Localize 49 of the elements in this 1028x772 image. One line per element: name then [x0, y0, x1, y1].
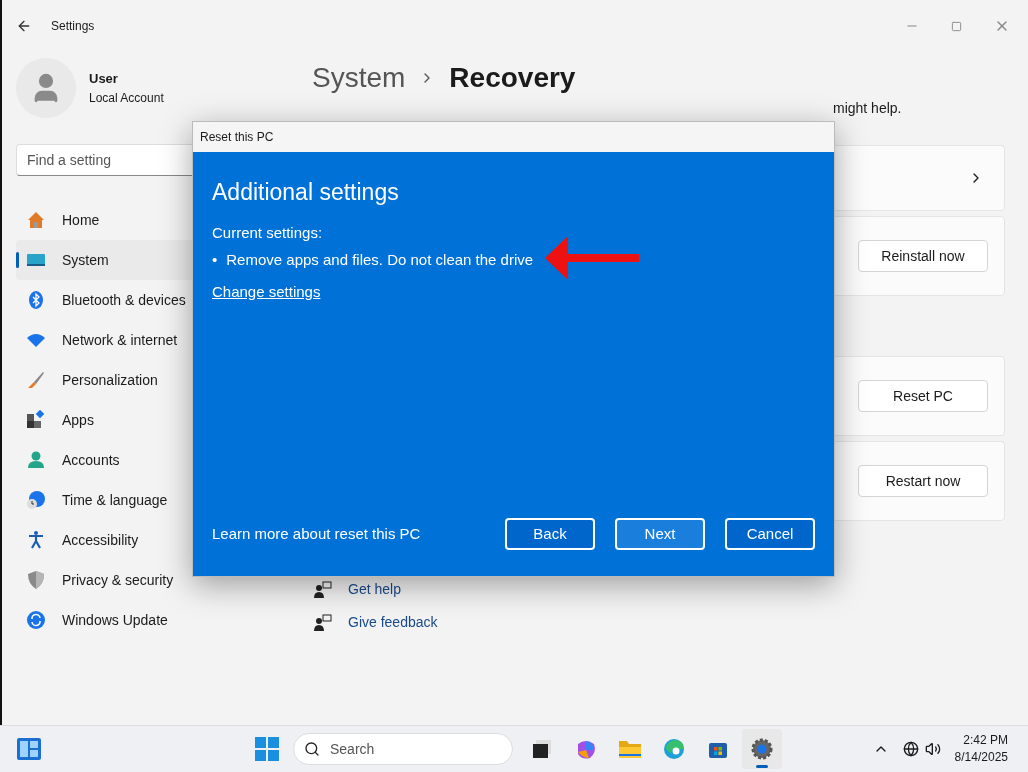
card-button[interactable]: Reinstall now	[858, 240, 988, 272]
account-type: Local Account	[89, 89, 164, 107]
dialog-heading: Additional settings	[212, 178, 400, 207]
current-settings-label: Current settings:	[212, 222, 324, 243]
breadcrumb-parent[interactable]: System	[312, 57, 406, 99]
user-name: User	[89, 70, 119, 89]
taskbar-app[interactable]	[742, 729, 782, 769]
dialog-button[interactable]: Next	[615, 518, 705, 550]
apps-icon	[26, 410, 46, 430]
card-button[interactable]: Reset PC	[858, 380, 988, 412]
network-icon[interactable]	[902, 741, 919, 757]
widgets-icon[interactable]	[16, 737, 42, 761]
sidebar-item[interactable]: Time & language	[16, 480, 306, 520]
dialog-button[interactable]: Back	[505, 518, 595, 550]
search-icon	[304, 741, 320, 757]
card-button[interactable]: Restart now	[858, 465, 988, 497]
window-title: Settings	[51, 18, 95, 35]
sidebar-item[interactable]: Personalization	[16, 360, 306, 400]
folder-icon	[618, 738, 642, 760]
gear-icon	[751, 738, 773, 760]
back-icon[interactable]	[16, 18, 32, 34]
help-link[interactable]: Get help	[348, 579, 401, 600]
taskbar-search[interactable]: Search	[293, 733, 513, 765]
globe-clock-icon	[26, 490, 46, 510]
home-icon	[26, 210, 46, 230]
change-settings-link[interactable]: Change settings	[212, 280, 321, 303]
sidebar-item[interactable]: Accounts	[16, 440, 306, 480]
accessibility-icon	[26, 530, 46, 550]
person-icon	[26, 450, 46, 470]
bluetooth-icon	[26, 290, 46, 310]
brush-icon	[26, 370, 46, 390]
start-icon[interactable]	[254, 736, 280, 762]
sidebar-item[interactable]: Network & internet	[16, 320, 306, 360]
feedback-icon	[314, 613, 332, 632]
browser-icon	[663, 738, 685, 760]
learn-more-link[interactable]: Learn more about reset this PC	[212, 522, 421, 546]
description: might help.	[833, 99, 903, 118]
task-view-icon	[531, 738, 553, 760]
volume-icon[interactable]	[924, 741, 941, 757]
dialog-button[interactable]: Cancel	[725, 518, 815, 550]
help-link[interactable]: Give feedback	[348, 612, 438, 633]
sidebar-item[interactable]: Privacy & security	[16, 560, 306, 600]
page-title: Recovery	[449, 61, 576, 95]
dialog-title: Reset this PC	[200, 129, 274, 146]
shield-icon	[26, 570, 46, 590]
update-icon	[26, 610, 46, 630]
sidebar-item[interactable]: Apps	[16, 400, 306, 440]
clock[interactable]: 2:42 PM 8/14/2025	[954, 732, 1008, 766]
sidebar-item[interactable]: Windows Update	[16, 600, 306, 640]
